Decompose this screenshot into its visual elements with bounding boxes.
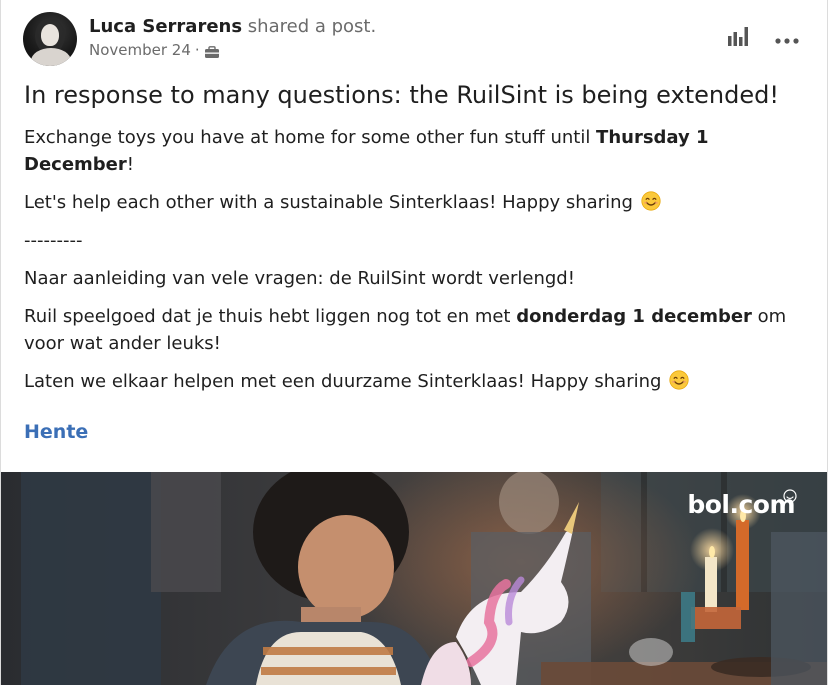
paragraph-5: Laten we elkaar helpen met een duurzame …	[24, 368, 809, 395]
more-horizontal-icon[interactable]	[775, 29, 799, 48]
paragraph-4-bold: donderdag 1 december	[516, 306, 752, 327]
briefcase-icon	[204, 45, 220, 58]
paragraph-1-end: !	[126, 154, 134, 175]
paragraph-3: Naar aanleiding van vele vragen: de Ruil…	[24, 268, 575, 289]
paragraph-4: Ruil speelgoed dat je thuis hebt liggen …	[24, 303, 809, 357]
paragraph-1-text: Exchange toys you have at home for some …	[24, 127, 597, 148]
paragraph-2-text: Let's help each other with a sustainable…	[24, 192, 633, 213]
paragraph-2: Let's help each other with a sustainable…	[24, 189, 809, 216]
paragraph-5-text: Laten we elkaar helpen met een duurzame …	[24, 371, 662, 392]
smiling-face-emoji-icon	[641, 191, 661, 211]
author-name[interactable]: Luca Serrarens	[89, 16, 242, 37]
paragraph-1: Exchange toys you have at home for some …	[24, 124, 809, 178]
post-date[interactable]: November 24	[89, 41, 191, 59]
brand-logo: bol.com	[687, 490, 795, 519]
avatar[interactable]	[23, 12, 77, 66]
paragraph-4-text: Ruil speelgoed dat je thuis hebt liggen …	[24, 306, 517, 327]
separator-line: ---------	[24, 230, 83, 251]
post-card: Luca Serrarens shared a post. November 2…	[0, 0, 828, 685]
post-meta: Luca Serrarens shared a post. November 2…	[89, 15, 376, 59]
bar-chart-icon[interactable]	[727, 26, 749, 50]
post-body: Exchange toys you have at home for some …	[24, 124, 809, 406]
smiling-face-emoji-icon	[669, 370, 689, 390]
post-media-image[interactable]: bol.com	[1, 472, 827, 685]
post-header: Luca Serrarens shared a post. November 2…	[23, 12, 376, 66]
header-actions	[727, 26, 799, 50]
post-action-text: shared a post.	[247, 16, 377, 37]
post-date-line: November 24 ·	[89, 41, 376, 59]
smile-icon	[783, 488, 797, 507]
post-title: In response to many questions: the RuilS…	[24, 81, 779, 109]
hente-link[interactable]: Hente	[24, 421, 88, 443]
author-line: Luca Serrarens shared a post.	[89, 15, 376, 39]
separator-dot: ·	[194, 41, 200, 59]
